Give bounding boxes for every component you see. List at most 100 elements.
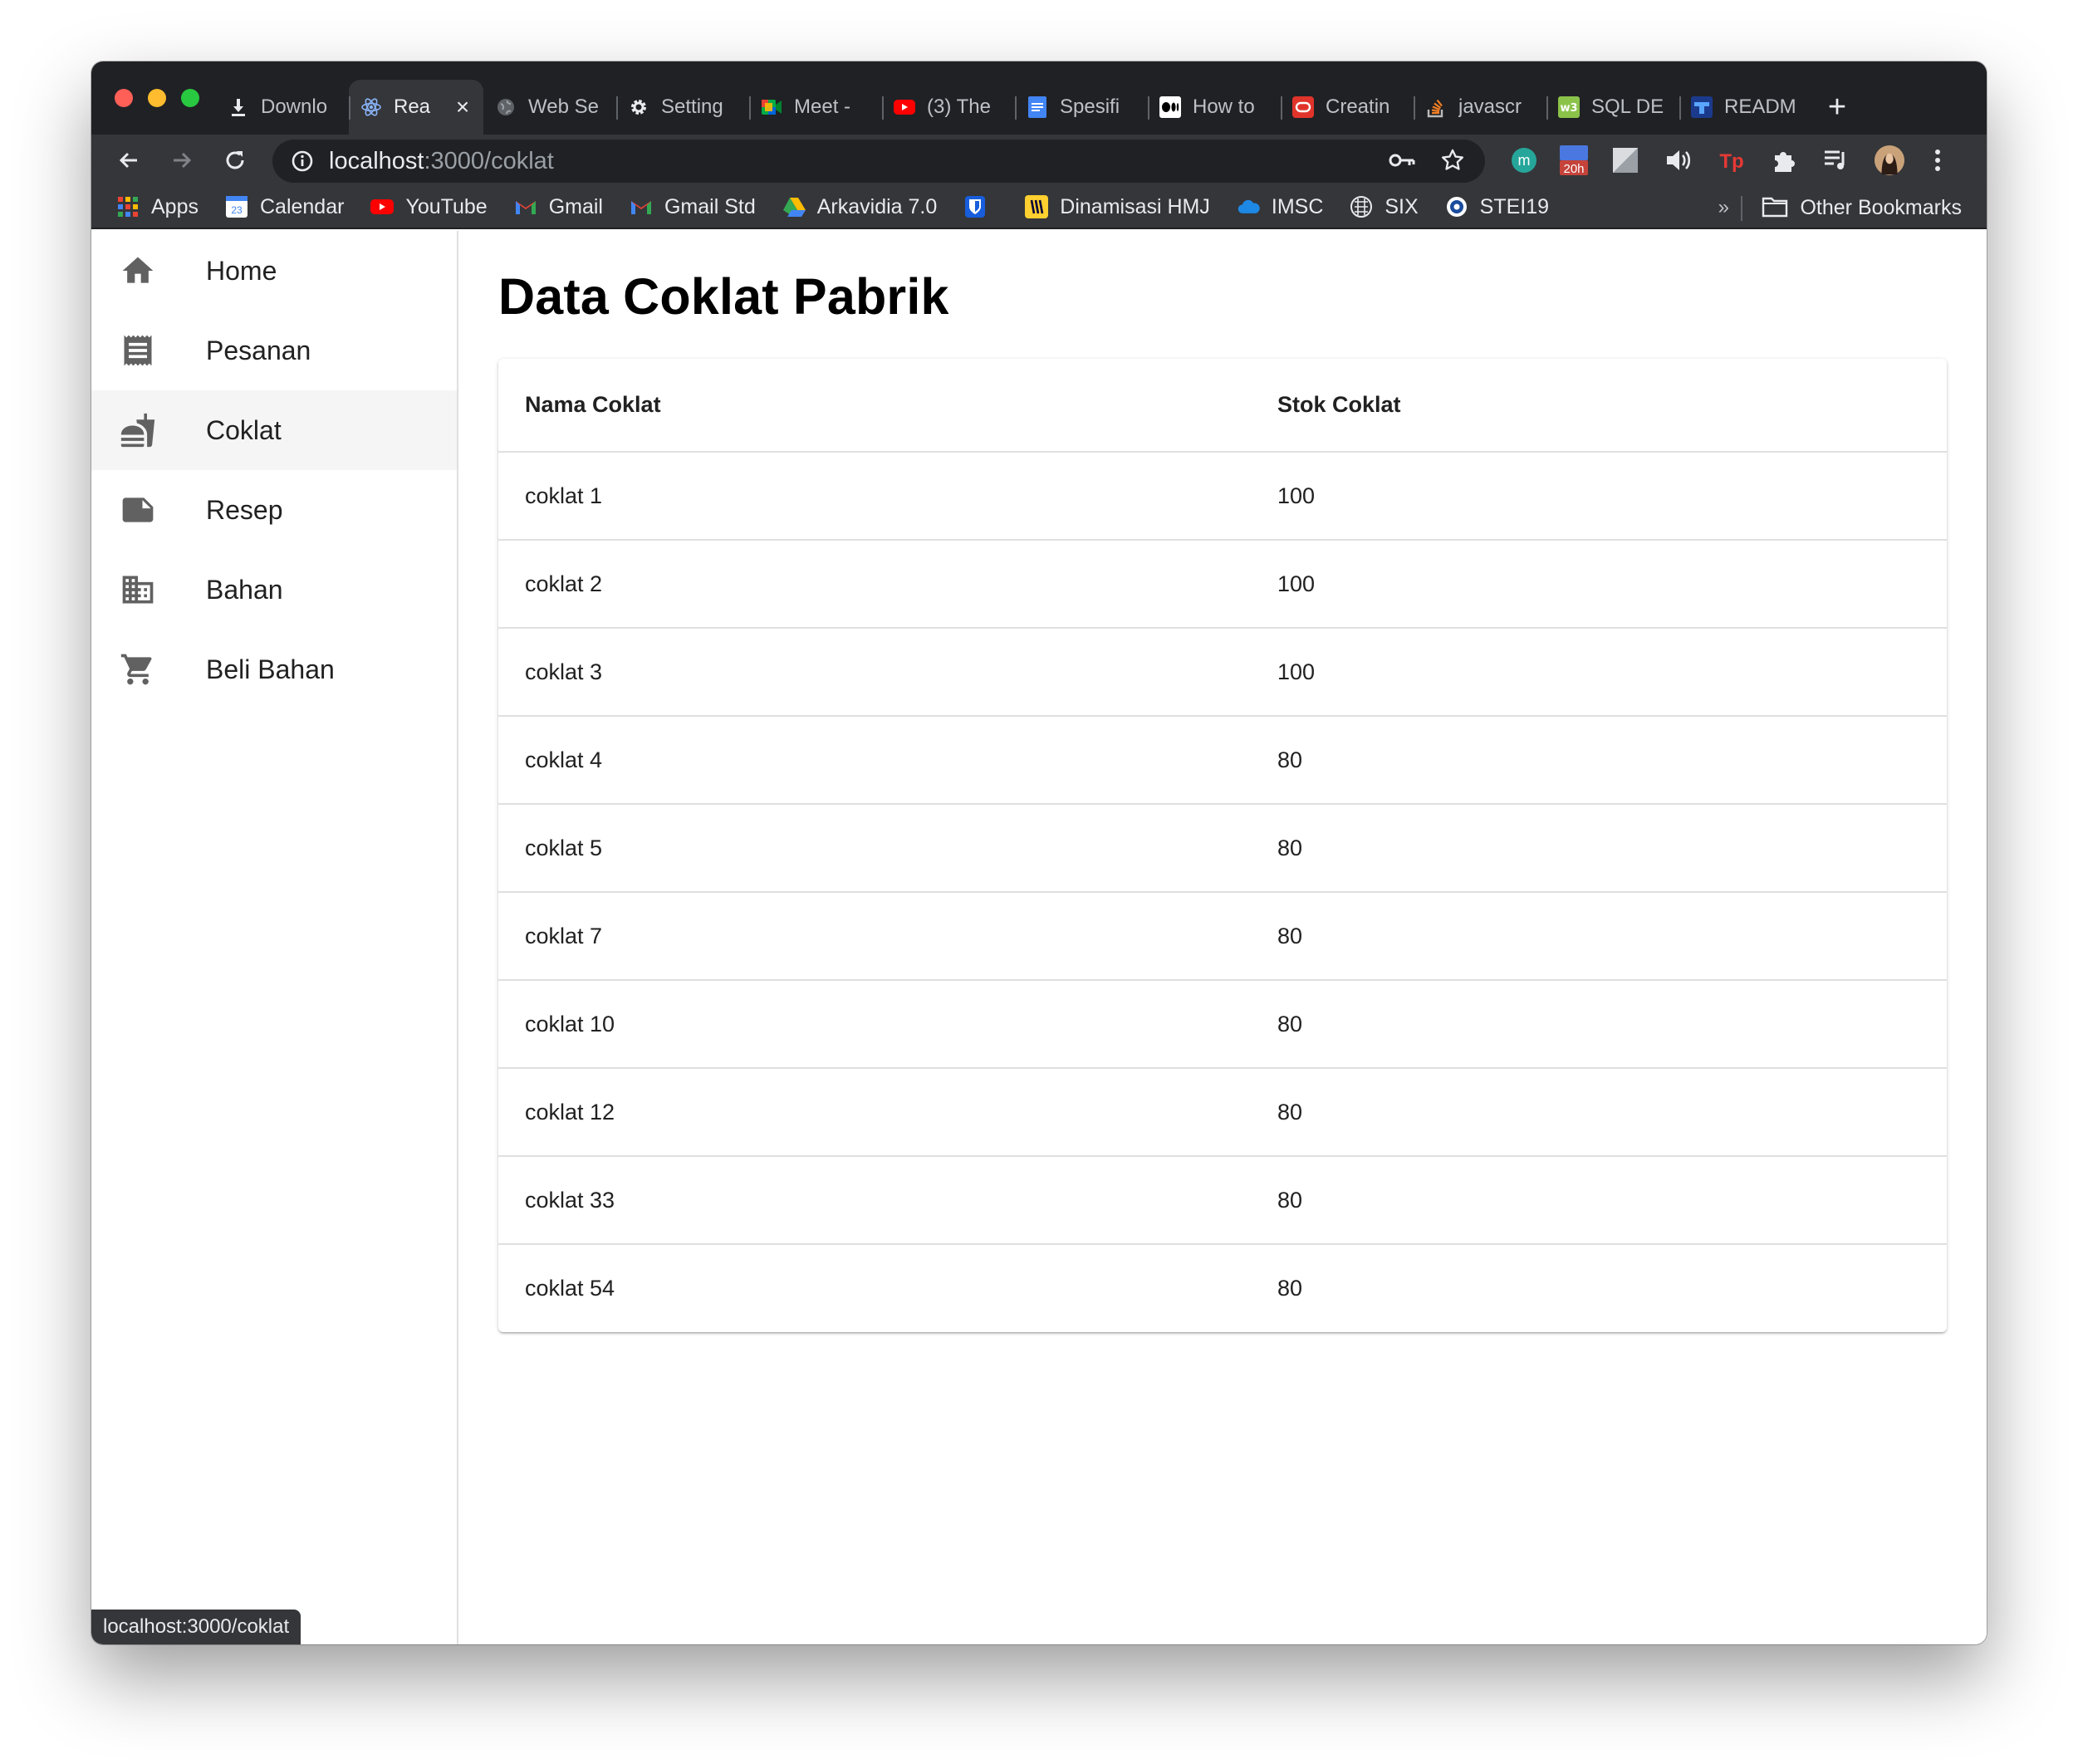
- url-path: :3000/coklat: [424, 147, 554, 174]
- sidebar-item-bahan[interactable]: Bahan: [91, 550, 457, 630]
- domain-icon: [120, 571, 156, 608]
- google-meet-icon: [761, 96, 782, 118]
- main-content: Data Coklat Pabrik Nama Coklat Stok Cokl…: [498, 231, 1947, 1332]
- minimize-window-button[interactable]: [148, 89, 166, 107]
- bookmark-label: Arkavidia 7.0: [816, 194, 938, 218]
- tab-meet[interactable]: Meet -: [749, 80, 882, 135]
- table-body: coklat 1 100 coklat 2 100 coklat 3 100 coklat …: [498, 452, 1947, 1332]
- url-text: localhost:3000/coklat: [329, 148, 554, 175]
- forward-button[interactable]: [166, 145, 198, 176]
- tab-w3schools[interactable]: w3 SQL DE: [1546, 80, 1679, 135]
- extension-tp-icon[interactable]: Tp: [1716, 145, 1747, 176]
- tab-web-search[interactable]: Web Se: [483, 80, 616, 135]
- puzzle-icon[interactable]: [1769, 145, 1801, 176]
- cell-stok-coklat: 80: [1251, 1156, 1947, 1245]
- table-row[interactable]: coklat 33 80: [498, 1156, 1947, 1245]
- cell-nama-coklat: coklat 33: [498, 1156, 1251, 1245]
- column-header-stok[interactable]: Stok Coklat: [1251, 359, 1947, 453]
- table-row[interactable]: coklat 1 100: [498, 452, 1947, 541]
- bookmark-label: YouTube: [405, 194, 488, 218]
- tab-medium[interactable]: How to: [1148, 80, 1281, 135]
- image-extension-icon[interactable]: [1610, 145, 1641, 176]
- tab-react[interactable]: Rea ×: [349, 80, 483, 135]
- table-row[interactable]: coklat 3 100: [498, 628, 1947, 717]
- svg-text:20h: 20h: [1563, 162, 1584, 176]
- bookmark-gmail[interactable]: Gmail: [514, 195, 603, 219]
- tab-youtube[interactable]: (3) The: [882, 80, 1015, 135]
- table-row[interactable]: coklat 54 80: [498, 1244, 1947, 1332]
- arrow-left-icon: [119, 152, 137, 169]
- reload-button[interactable]: [219, 145, 251, 176]
- bookmark-star-icon[interactable]: [1440, 148, 1465, 177]
- bookmark-calendar[interactable]: 23 Calendar: [225, 195, 344, 219]
- sidebar-item-pesanan[interactable]: Pesanan: [91, 311, 457, 390]
- tab-stackoverflow[interactable]: javascr: [1414, 80, 1546, 135]
- avatar[interactable]: [1874, 145, 1905, 176]
- url-host: localhost: [329, 147, 424, 174]
- table-row[interactable]: coklat 4 80: [498, 716, 1947, 805]
- column-header-nama[interactable]: Nama Coklat: [498, 359, 1251, 453]
- close-window-button[interactable]: [115, 89, 133, 107]
- new-tab-button[interactable]: +: [1812, 80, 1862, 135]
- bookmark-apps[interactable]: Apps: [116, 195, 198, 219]
- tab-download[interactable]: Downlo: [216, 80, 349, 135]
- cell-nama-coklat: coklat 2: [498, 540, 1251, 629]
- bookmark-six[interactable]: SIX: [1350, 195, 1419, 219]
- info-icon: [292, 150, 313, 172]
- table-row[interactable]: coklat 10 80: [498, 980, 1947, 1069]
- bookmark-arkavidia[interactable]: Arkavidia 7.0: [782, 194, 938, 219]
- sidebar-item-home[interactable]: Home: [91, 231, 457, 311]
- table-row[interactable]: coklat 5 80: [498, 804, 1947, 893]
- sidebar-item-resep[interactable]: Resep: [91, 470, 457, 550]
- table-row[interactable]: coklat 2 100: [498, 540, 1947, 629]
- tab-readme[interactable]: READM: [1679, 80, 1812, 135]
- tab-title: Meet -: [794, 96, 851, 118]
- more-vert-icon[interactable]: [1922, 145, 1953, 176]
- bookmark-youtube[interactable]: YouTube: [370, 194, 488, 219]
- tab-docs[interactable]: Spesifi: [1015, 80, 1148, 135]
- maximize-window-button[interactable]: [181, 89, 199, 107]
- extension-m-icon[interactable]: m: [1508, 145, 1540, 176]
- volume-icon[interactable]: [1663, 145, 1694, 176]
- back-button[interactable]: [113, 145, 145, 176]
- bookmark-gmail-std[interactable]: Gmail Std: [630, 195, 756, 219]
- six-icon: [1350, 195, 1373, 218]
- sidebar-item-coklat[interactable]: Coklat: [91, 390, 457, 470]
- sidebar-item-label: Resep: [206, 494, 283, 525]
- bookmark-label: Gmail Std: [664, 194, 756, 218]
- close-tab-icon[interactable]: ×: [453, 94, 472, 120]
- cell-nama-coklat: coklat 4: [498, 716, 1251, 805]
- cell-stok-coklat: 80: [1251, 804, 1947, 893]
- coklat-table: Nama Coklat Stok Coklat coklat 1 100 cokla…: [498, 359, 1947, 1332]
- home-icon: [120, 252, 156, 289]
- browser-window: Downlo Rea × Web Se Setting Meet - (3) T…: [91, 61, 1987, 1644]
- receipt-icon: [120, 332, 156, 369]
- gear-icon: [628, 96, 649, 118]
- media-queue-icon[interactable]: [1821, 145, 1852, 176]
- stackoverflow-icon: [1425, 96, 1447, 118]
- cell-nama-coklat: coklat 7: [498, 892, 1251, 981]
- cell-stok-coklat: 80: [1251, 980, 1947, 1069]
- bookmark-stei19[interactable]: STEI19: [1445, 195, 1549, 219]
- table-row[interactable]: coklat 12 80: [498, 1068, 1947, 1157]
- calendar-extension-icon[interactable]: 20h: [1558, 145, 1590, 176]
- page-viewport: Home Pesanan Coklat Resep Bahan Beli Bah…: [91, 231, 1987, 1644]
- bookmarks-overflow-button[interactable]: »: [1718, 196, 1729, 219]
- react-icon: [360, 96, 382, 118]
- key-icon[interactable]: [1389, 152, 1415, 173]
- bookmark-bitwarden[interactable]: [963, 195, 998, 218]
- bookmark-imsc[interactable]: IMSC: [1237, 195, 1323, 219]
- bookmark-dinamisasi[interactable]: Dinamisasi HMJ: [1025, 195, 1210, 219]
- cell-stok-coklat: 80: [1251, 1068, 1947, 1157]
- tab-title: Web Se: [528, 96, 599, 118]
- other-bookmarks[interactable]: Other Bookmarks: [1762, 186, 1962, 229]
- browser-toolbar: localhost:3000/coklat m 20h Tp: [91, 135, 1987, 186]
- coklat-table-card: Nama Coklat Stok Coklat coklat 1 100 cokla…: [498, 359, 1947, 1332]
- sidebar-item-beli-bahan[interactable]: Beli Bahan: [91, 630, 457, 709]
- table-row[interactable]: coklat 7 80: [498, 892, 1947, 981]
- sidebar-item-label: Pesanan: [206, 335, 311, 365]
- sidebar-item-label: Beli Bahan: [206, 654, 335, 684]
- tab-oracle[interactable]: Creatin: [1281, 80, 1414, 135]
- tab-settings[interactable]: Setting: [616, 80, 749, 135]
- address-bar[interactable]: localhost:3000/coklat: [272, 140, 1485, 183]
